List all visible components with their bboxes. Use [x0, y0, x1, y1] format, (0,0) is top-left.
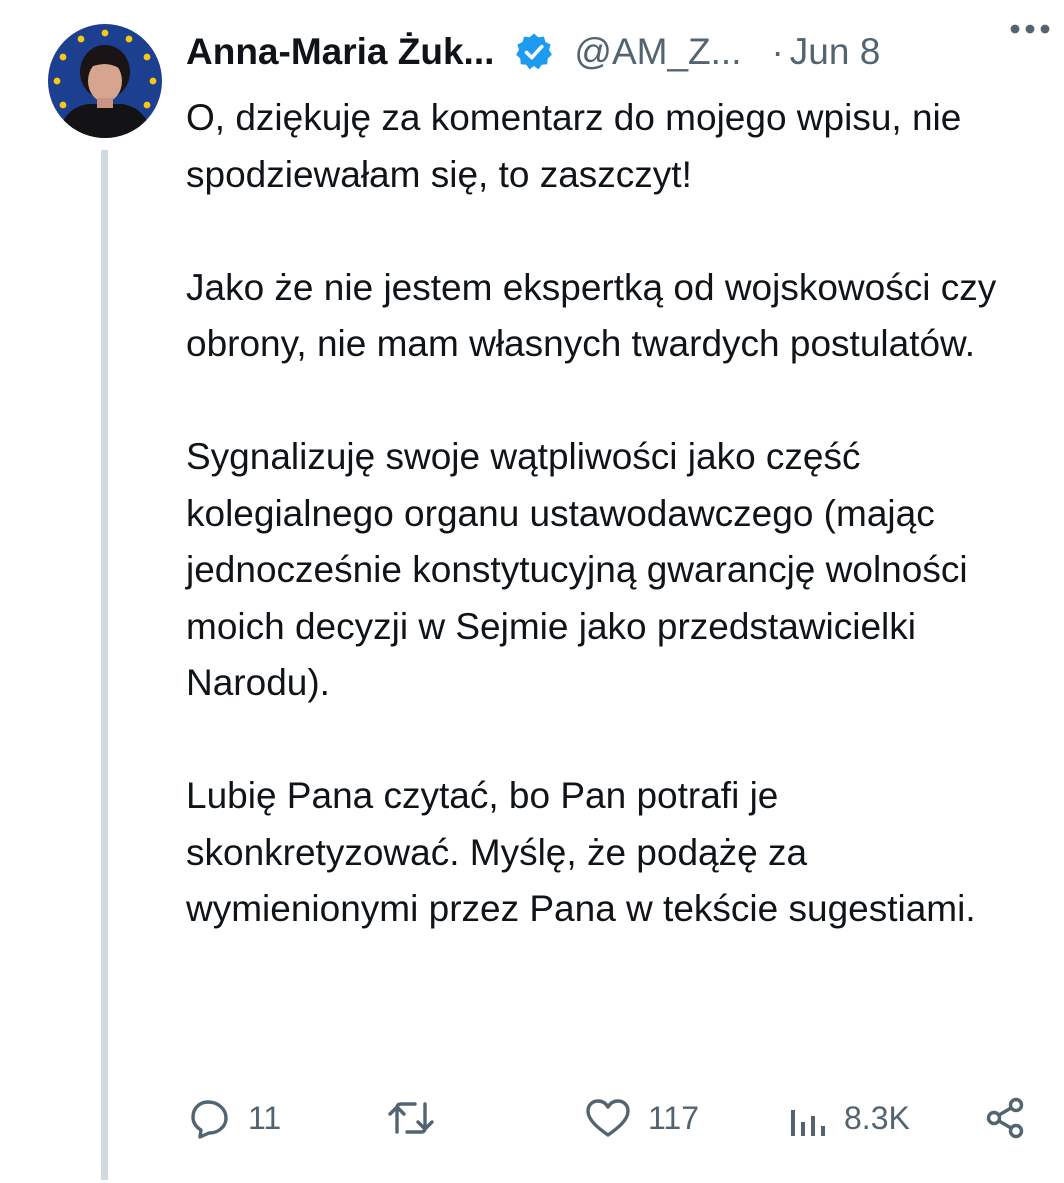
view-count: 8.3K	[844, 1099, 910, 1136]
heart-icon	[586, 1099, 630, 1137]
tweet-paragraph: Lubię Pana czytać, bo Pan potrafi je sko…	[186, 775, 976, 929]
avatar[interactable]	[48, 24, 162, 138]
action-bar: 11 117 8.3K	[186, 1088, 1036, 1148]
tweet-text: O, dziękuję za komentarz do mojego wpisu…	[186, 90, 1046, 938]
separator-dot: ·	[771, 31, 784, 72]
author-handle[interactable]: @AM_Z...	[574, 31, 741, 73]
share-button[interactable]	[984, 1088, 1028, 1148]
reply-button[interactable]: 11	[188, 1088, 281, 1148]
views-chart-icon	[791, 1110, 825, 1136]
more-options-icon[interactable]	[1008, 14, 1052, 44]
reply-count: 11	[248, 1099, 282, 1136]
share-icon	[986, 1097, 1024, 1139]
tweet-paragraph: O, dziękuję za komentarz do mojego wpisu…	[186, 97, 962, 195]
tweet-header: Anna-Maria Żuk... @AM_Z... · Jun 8	[186, 22, 1046, 82]
thread-line	[101, 150, 108, 1180]
like-count: 117	[648, 1099, 700, 1136]
tweet-paragraph: Jako że nie jestem ekspertką od wojskowo…	[186, 266, 997, 365]
verified-badge-icon	[514, 32, 554, 72]
retweet-icon	[388, 1102, 434, 1134]
reply-icon	[191, 1100, 228, 1139]
tweet-paragraph: Sygnalizuję swoje wątpliwości jako część…	[186, 436, 968, 703]
like-button[interactable]: 117	[584, 1088, 699, 1148]
tweet-date[interactable]: Jun 8	[790, 31, 881, 73]
author-name[interactable]: Anna-Maria Żuk...	[186, 31, 494, 73]
retweet-button[interactable]	[386, 1088, 452, 1148]
views-button[interactable]: 8.3K	[788, 1088, 910, 1148]
tweet: Anna-Maria Żuk... @AM_Z... · Jun 8 O, dz…	[0, 0, 1064, 1183]
